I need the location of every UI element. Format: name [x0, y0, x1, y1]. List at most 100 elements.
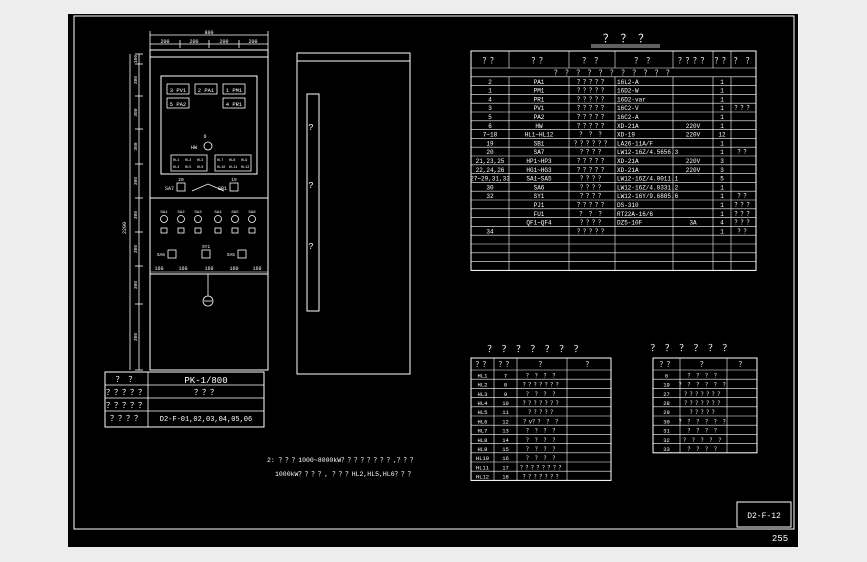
table-cell: ？ ？ ？ ？ ？: [683, 437, 724, 444]
switch-label: SA1: [160, 211, 168, 215]
table-cell: HL4: [478, 400, 489, 407]
lamp-table-title: ？ ？ ？ ？ ？ ？ ？: [487, 345, 582, 355]
lamp-tag: HL3: [197, 159, 203, 163]
table-cell: 1: [720, 228, 724, 235]
selector-knob-icon: [160, 215, 168, 223]
width-segment: 200: [219, 39, 228, 45]
table-cell: ？ ？ ？: [579, 211, 604, 218]
table-cell: HL11: [476, 464, 490, 471]
lamp-tag: HL1: [173, 159, 179, 163]
table-cell: ？？？？？: [577, 158, 607, 165]
table-header: ？: [539, 360, 546, 369]
table-cell: HG1~HG3: [526, 167, 552, 174]
switch-label: SA4: [214, 211, 222, 215]
table-cell: 1: [720, 193, 724, 200]
cad-drawing: D2-F-12 255 800 200 200 200 200 2200 100…: [73, 15, 795, 544]
table-cell: ？ ？ ？ ？: [526, 372, 558, 379]
table-cell: ？？？？？: [577, 123, 607, 130]
table-cell: ？？？？: [580, 149, 604, 156]
table-cell: 1: [720, 114, 724, 121]
switch-plate-icon: [194, 227, 202, 234]
overall-width: 800: [204, 30, 213, 36]
table-cell: PM1: [534, 88, 545, 95]
switch-plate-icon: [177, 227, 185, 234]
table-cell: ？ ？ ？ ？: [688, 428, 720, 435]
table-cell: 1: [720, 211, 724, 218]
table-cell: 220V: [686, 132, 701, 139]
table-cell: 32: [486, 193, 494, 200]
table-cell: 18: [502, 474, 509, 481]
switch-plate-icon: [160, 227, 168, 234]
signal-table: ？ ？ ？ ？ ？ ？ ？？？？6？ ？ ？ ？19？ ？ ？ ？ ？ ？27？…: [650, 344, 758, 454]
table-cell: LW12-16Z/4.0011.1: [617, 176, 679, 183]
indicator-number: 6: [203, 134, 206, 140]
table-cell: 1: [720, 88, 724, 95]
table-cell: ？？？？: [580, 220, 604, 227]
height-segment: 300: [133, 142, 139, 150]
lower-label: SA5: [227, 252, 235, 258]
table-cell: 19: [663, 382, 670, 389]
height-segment: 300: [133, 333, 139, 341]
table-cell: ？ ？ ？ ？: [688, 446, 720, 453]
table-cell: 28: [663, 400, 670, 407]
switch-label: SA5: [231, 211, 239, 215]
meter-label: 4 PR1: [226, 101, 243, 108]
table-cell: 12: [502, 418, 509, 425]
table-cell: SY1: [534, 193, 545, 200]
table-cell: HL3: [478, 391, 488, 398]
title-cell: ？？？？？: [106, 388, 146, 398]
table-cell: HL10: [476, 455, 489, 462]
width-segment: 200: [160, 39, 169, 45]
height-segment: 300: [133, 76, 139, 84]
selector-switch-icon: [176, 182, 186, 192]
meter-label: 3 PV1: [170, 87, 187, 94]
table-cell: 17: [502, 464, 509, 471]
table-cell: ？？？: [734, 105, 752, 112]
side-mark: ?: [308, 242, 313, 252]
table-cell: SB1: [534, 140, 545, 147]
selector-knob-icon: [248, 215, 256, 223]
table-cell: 1: [720, 184, 724, 191]
table-cell: HL5: [478, 409, 488, 416]
table-cell: ？V？？ ？ ？: [523, 418, 560, 425]
lower-label: SY1: [202, 244, 210, 250]
bottom-dimension: 160: [204, 266, 213, 272]
table-cell: 1: [720, 140, 724, 147]
table-cell: 6: [488, 123, 492, 130]
table-cell: SA6: [534, 184, 545, 191]
table-cell: 6: [665, 372, 668, 379]
table-cell: 10: [502, 400, 509, 407]
table-header: ？ ？: [734, 56, 754, 66]
table-subheader: ？ ？ ？ ？ ？ ？ ？ ？ ？ ？ ？: [554, 69, 673, 78]
table-cell: ？？？？？: [577, 105, 607, 112]
table-cell: 16: [502, 455, 509, 462]
title-block: ？ ？ PK-1/800 ？？？？？ ？？？ ？？？？？ ？？？？ D2-F-0…: [104, 371, 265, 428]
table-cell: 4: [488, 96, 492, 103]
table-cell: 27: [663, 391, 670, 398]
table-cell: ？？？？: [580, 176, 604, 183]
table-cell: 19: [486, 140, 494, 147]
table-header: ？？: [499, 360, 513, 369]
height-segment: 300: [133, 177, 139, 185]
table-cell: 21,23,25: [476, 158, 505, 165]
table-cell: 3: [720, 167, 724, 174]
table-header: ？？: [532, 56, 547, 66]
table-cell: 16C2-A: [617, 114, 639, 121]
table-cell: ？？？？？？？: [684, 400, 723, 407]
table-cell: HL6: [478, 418, 488, 425]
title-cell: ？ ？: [116, 375, 137, 385]
meter-label: 1 PM1: [226, 87, 243, 94]
table-cell: 33: [663, 446, 670, 453]
table-cell: ？？？？: [580, 193, 604, 200]
table-cell: ？？？？？？？: [523, 400, 562, 407]
table-cell: 8: [504, 382, 507, 389]
table-cell: ？？？？: [580, 184, 604, 191]
table-cell: FU1: [534, 211, 545, 218]
table-cell: ？？: [737, 228, 749, 235]
panel-front-view: 800 200 200 200 200 2200 100 300 300 300 300…: [122, 30, 269, 371]
switch-label: SA7: [165, 186, 174, 192]
bottom-dimension: 160: [229, 266, 238, 272]
table-cell: ？？？？？: [690, 409, 718, 416]
table-cell: 30: [486, 184, 494, 191]
table-cell: HL2: [478, 382, 488, 389]
